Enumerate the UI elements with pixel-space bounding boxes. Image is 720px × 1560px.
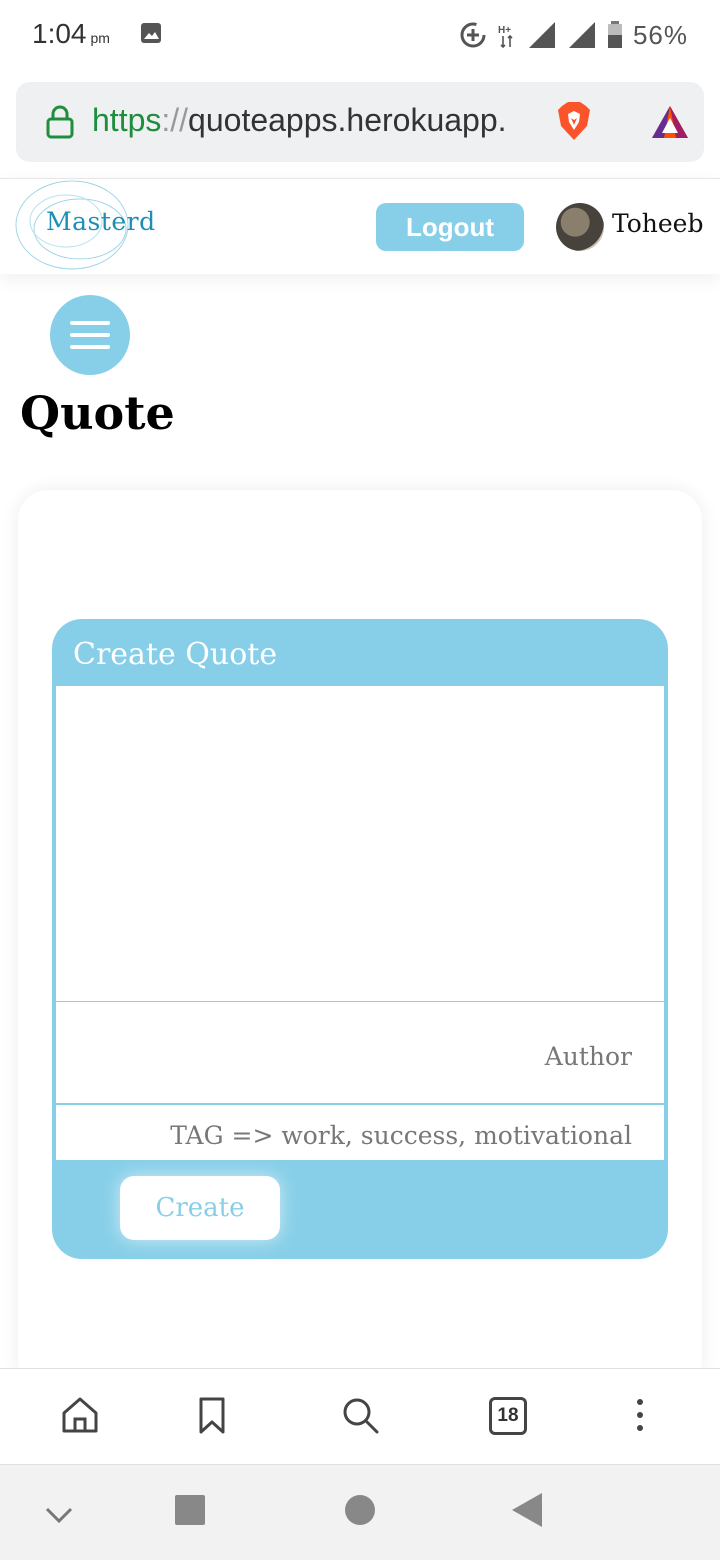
signal-strength-icon	[528, 22, 555, 48]
status-ampm: pm	[90, 30, 110, 46]
menu-line-icon	[70, 333, 110, 337]
svg-text:H+: H+	[498, 25, 511, 36]
username[interactable]: Toheeb	[612, 209, 703, 238]
status-time-value: 1:04	[32, 18, 87, 49]
avatar[interactable]	[556, 203, 604, 251]
browser-toolbar: 18	[0, 1368, 720, 1464]
lock-icon	[46, 105, 74, 139]
tag-placeholder: TAG => work, success, motivational	[170, 1121, 632, 1150]
url-scheme: https	[92, 102, 162, 138]
gallery-notification-icon	[141, 23, 161, 43]
signal-strength-2-icon	[568, 22, 595, 48]
status-icons: H+ 56%	[459, 18, 688, 52]
home-icon[interactable]	[60, 1395, 100, 1435]
battery-icon	[607, 21, 622, 48]
logout-button[interactable]: Logout	[376, 203, 524, 251]
create-button[interactable]: Create	[120, 1176, 280, 1240]
form-title: Create Quote	[73, 637, 278, 672]
status-bar: 1:04 pm H+ 56%	[0, 0, 720, 70]
create-quote-form: Create Quote Author TAG => work, success…	[52, 619, 668, 1259]
author-input[interactable]: Author	[56, 1002, 664, 1103]
url-host: quoteapps.herokuapp.	[188, 102, 507, 138]
home-nav-icon[interactable]	[345, 1495, 375, 1525]
search-icon[interactable]	[340, 1395, 380, 1435]
network-type-icon: H+	[498, 25, 513, 48]
menu-line-icon	[70, 321, 110, 325]
site-logo[interactable]: Masterd	[14, 179, 174, 271]
page-title: Quote	[20, 386, 175, 440]
recents-icon[interactable]	[175, 1495, 205, 1525]
brave-shields-icon[interactable]	[556, 100, 592, 142]
more-options-icon[interactable]	[620, 1395, 660, 1435]
data-saver-icon	[460, 22, 486, 48]
tag-input[interactable]: TAG => work, success, motivational	[56, 1105, 664, 1160]
quote-textarea[interactable]	[56, 686, 664, 1001]
status-time: 1:04 pm	[32, 18, 110, 50]
site-header: Masterd Logout Toheeb	[0, 178, 720, 274]
tabs-count-button[interactable]: 18	[489, 1397, 527, 1435]
logo-text: Masterd	[46, 207, 156, 236]
menu-button[interactable]	[50, 295, 130, 375]
url-text[interactable]: https://quoteapps.herokuapp.	[92, 102, 507, 139]
back-icon[interactable]	[512, 1493, 542, 1527]
chevron-down-icon[interactable]	[44, 1505, 74, 1525]
brave-rewards-icon[interactable]	[650, 104, 690, 140]
address-bar[interactable]: https://quoteapps.herokuapp.	[16, 82, 704, 162]
system-nav-bar	[0, 1464, 720, 1560]
url-separator: ://	[161, 102, 189, 138]
battery-percentage: 56%	[632, 19, 688, 50]
author-placeholder: Author	[544, 1042, 632, 1071]
bookmark-icon[interactable]	[192, 1395, 232, 1435]
menu-line-icon	[70, 345, 110, 349]
